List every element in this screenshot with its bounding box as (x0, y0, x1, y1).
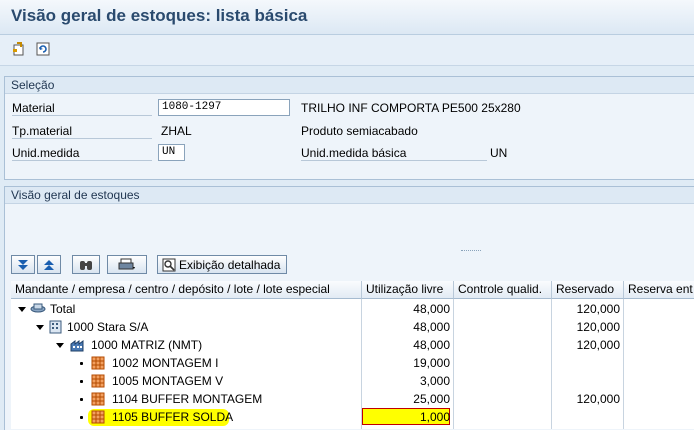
storage-location-icon (91, 356, 105, 370)
leaf-bullet (80, 398, 83, 401)
free-use-value: 3,000 (419, 374, 450, 388)
refresh-icon[interactable] (34, 40, 52, 58)
unit-field[interactable]: UN (158, 144, 185, 161)
leaf-bullet (80, 380, 83, 383)
title-bar: Visão geral de estoques: lista básica (0, 0, 694, 35)
free-use-value: 48,000 (413, 302, 450, 316)
selection-panel: Seleção Material 1080-1297 TRILHO INF CO… (4, 76, 694, 180)
unit-label: Unid.medida (12, 146, 152, 161)
column-header-quality[interactable]: Controle qualid. (454, 281, 552, 299)
table-row[interactable]: 1000 MATRIZ (NMT) 48,000 120,000 (11, 336, 694, 354)
reserved-value: 120,000 (576, 320, 620, 334)
collapse-all-icon[interactable] (37, 255, 61, 274)
column-header-reserved[interactable]: Reservado (552, 281, 624, 299)
reserved-value (552, 354, 624, 372)
company-icon (49, 320, 62, 334)
column-header-free-use[interactable]: Utilização livre (362, 281, 454, 299)
row-name: 1002 MONTAGEM I (112, 356, 219, 370)
free-use-value: 48,000 (413, 338, 450, 352)
selection-panel-title: Seleção (5, 77, 694, 94)
row-name: 1000 Stara S/A (67, 320, 149, 334)
plant-icon (70, 340, 84, 352)
table-row[interactable]: 1002 MONTAGEM I 19,000 (11, 354, 694, 372)
free-use-value: 25,000 (413, 392, 450, 406)
free-use-value: 1,000 (419, 410, 450, 424)
free-use-value: 19,000 (413, 356, 450, 370)
table-row[interactable]: 1104 BUFFER MONTAGEM 25,000 120,000 (11, 390, 694, 408)
base-unit-value: UN (490, 146, 508, 160)
column-header-reservation-entry[interactable]: Reserva ent (624, 281, 694, 299)
splitter-handle[interactable] (461, 250, 481, 255)
leaf-bullet (80, 416, 83, 419)
material-description: TRILHO INF COMPORTA PE500 25x280 (301, 101, 521, 115)
leaf-bullet (80, 362, 83, 365)
collapse-triangle-icon[interactable] (56, 343, 64, 348)
new-document-icon[interactable] (10, 40, 28, 58)
material-type-description: Produto semiacabado (301, 124, 418, 138)
base-unit-label: Unid.medida básica (301, 146, 487, 161)
application-toolbar (0, 35, 694, 66)
row-name: 1104 BUFFER MONTAGEM (112, 392, 263, 406)
detail-view-button[interactable]: Exibição detalhada (157, 255, 287, 274)
print-menu-button[interactable] (107, 255, 147, 274)
storage-location-icon (91, 392, 105, 406)
expand-all-icon[interactable] (11, 255, 35, 274)
reserved-value (552, 372, 624, 390)
material-type-value: ZHAL (161, 124, 192, 138)
reserved-value: 120,000 (576, 338, 620, 352)
reserved-value (552, 408, 624, 426)
stock-overview-title: Visão geral de estoques (5, 187, 694, 204)
row-name: 1005 MONTAGEM V (112, 374, 224, 388)
client-icon (30, 303, 46, 313)
table-row[interactable]: 1000 Stara S/A 48,000 120,000 (11, 318, 694, 336)
storage-location-icon (91, 410, 105, 424)
table-row[interactable]: Total 48,000 120,000 (11, 300, 694, 318)
material-label: Material (12, 101, 152, 116)
stock-table: Mandante / empresa / centro / depósito /… (11, 281, 694, 429)
detail-view-label: Exibição detalhada (179, 257, 281, 272)
reserved-value: 120,000 (576, 302, 620, 316)
row-name: Total (50, 302, 76, 316)
row-name: 1000 MATRIZ (NMT) (91, 338, 203, 352)
reserved-value: 120,000 (576, 392, 620, 406)
material-type-label: Tp.material (12, 124, 152, 139)
binoculars-icon[interactable] (72, 255, 100, 274)
row-name: 1105 BUFFER SOLDA (112, 410, 234, 424)
storage-location-icon (91, 374, 105, 388)
table-row[interactable]: 1005 MONTAGEM V 3,000 (11, 372, 694, 390)
collapse-triangle-icon[interactable] (18, 307, 26, 312)
free-use-value: 48,000 (413, 320, 450, 334)
table-row-selected[interactable]: 1105 BUFFER SOLDA 1,000 (11, 408, 694, 426)
detail-view-icon (162, 258, 176, 271)
material-field[interactable]: 1080-1297 (158, 99, 290, 116)
page-title: Visão geral de estoques: lista básica (11, 6, 308, 25)
collapse-triangle-icon[interactable] (36, 325, 44, 330)
column-header-hierarchy[interactable]: Mandante / empresa / centro / depósito /… (11, 281, 362, 299)
